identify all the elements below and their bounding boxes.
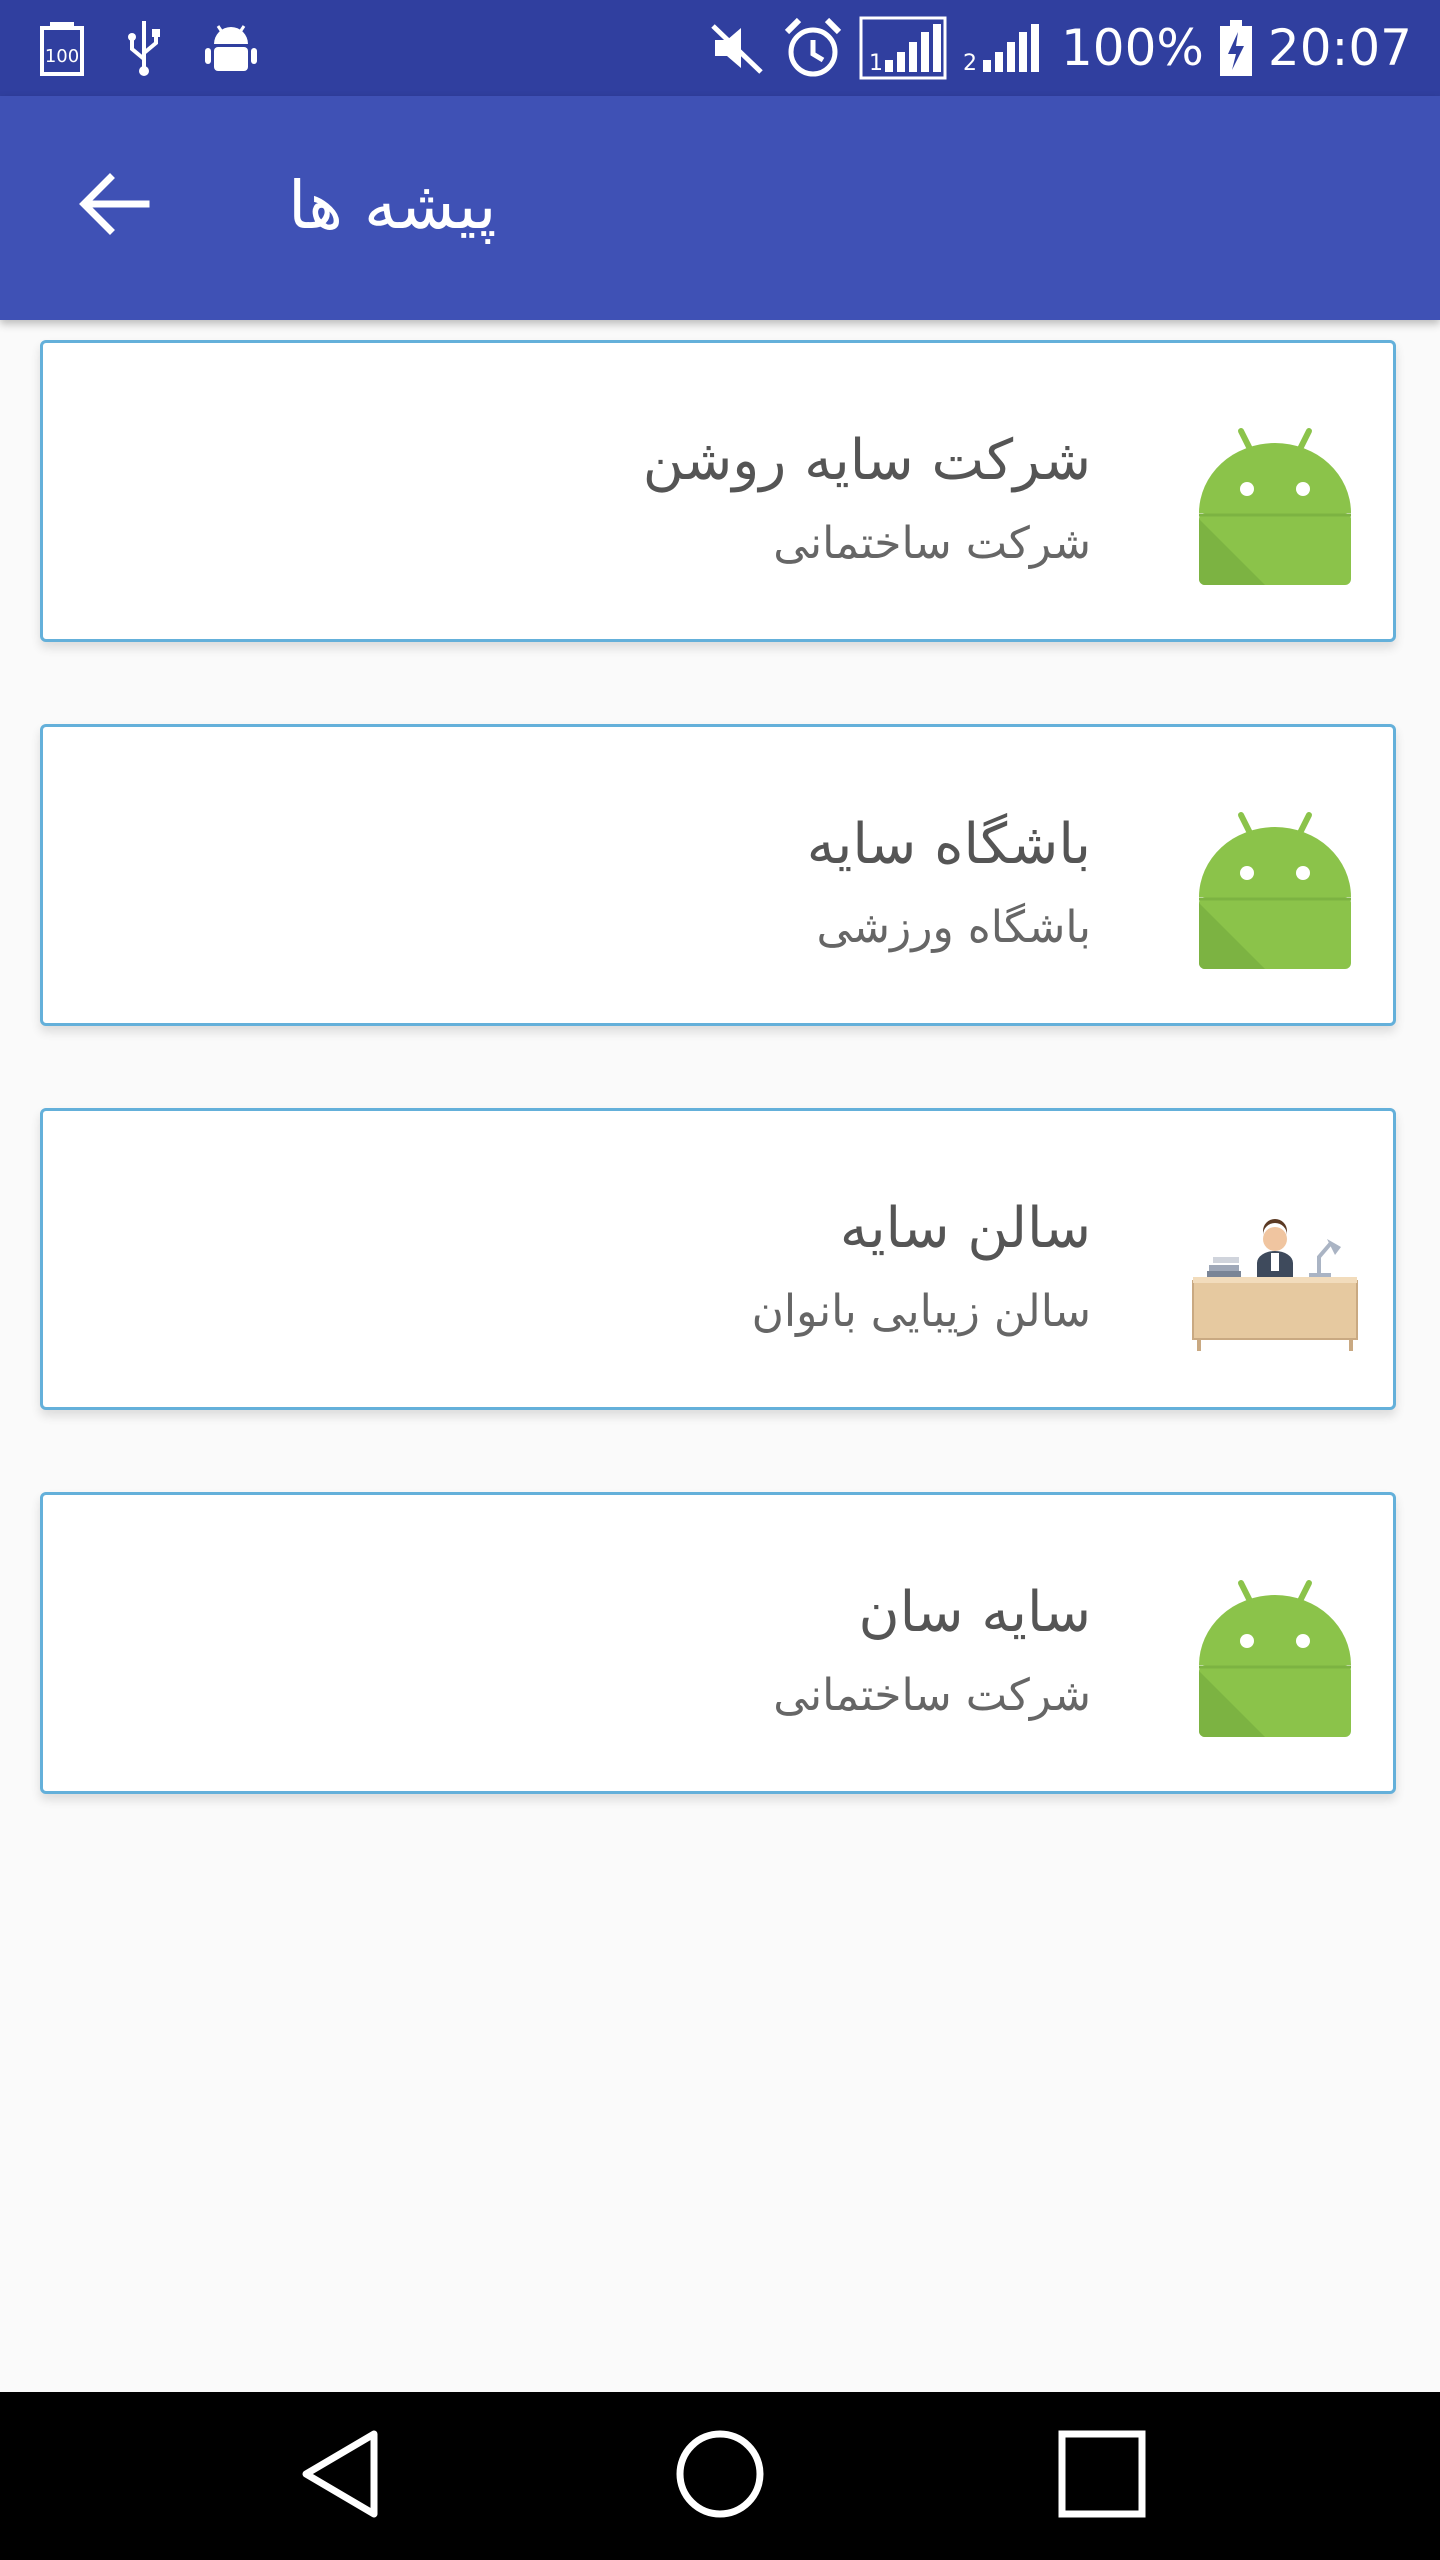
list-item[interactable]: سالن سایه سالن زیبایی بانوان (40, 1108, 1396, 1410)
svg-text:100: 100 (45, 46, 79, 67)
svg-text:1: 1 (869, 51, 883, 76)
item-title: سایه سان (858, 1580, 1091, 1645)
arrow-left-icon (78, 172, 150, 240)
android-icon (1191, 807, 1359, 975)
item-title: باشگاه سایه (806, 812, 1091, 877)
android-debug-icon (204, 20, 258, 76)
home-circle-icon (674, 2428, 766, 2524)
nav-back-button[interactable] (290, 2426, 390, 2526)
item-subtitle: شرکت ساختمانی (773, 518, 1091, 569)
app-bar: پیشه ها (0, 96, 1440, 320)
page-title: پیشه ها (288, 167, 497, 244)
usb-icon (124, 19, 164, 77)
svg-text:2: 2 (963, 51, 977, 76)
item-subtitle: باشگاه ورزشی (816, 902, 1091, 953)
android-icon (1191, 423, 1359, 591)
list-item[interactable]: شرکت سایه روشن شرکت ساختمانی (40, 340, 1396, 642)
nav-home-button[interactable] (670, 2426, 770, 2526)
navigation-bar (0, 2392, 1440, 2560)
status-time: 20:07 (1267, 19, 1412, 77)
battery-charging-icon (1218, 18, 1254, 78)
alarm-icon (781, 16, 845, 80)
desk-worker-icon (1191, 1191, 1359, 1359)
list-item[interactable]: باشگاه سایه باشگاه ورزشی (40, 724, 1396, 1026)
item-title: سالن سایه (839, 1196, 1091, 1261)
muted-icon (707, 20, 767, 76)
battery-100-icon: 100 (40, 20, 84, 76)
nav-recents-button[interactable] (1052, 2426, 1152, 2526)
status-bar: 100 1 2 100% 20:07 (0, 0, 1440, 96)
back-button[interactable] (64, 156, 164, 256)
recents-square-icon (1057, 2429, 1147, 2523)
item-title: شرکت سایه روشن (642, 428, 1091, 493)
item-subtitle: سالن زیبایی بانوان (751, 1286, 1091, 1337)
back-triangle-icon (298, 2428, 382, 2524)
android-icon (1191, 1575, 1359, 1743)
list-item[interactable]: سایه سان شرکت ساختمانی (40, 1492, 1396, 1794)
signal-sim1-icon: 1 (859, 16, 947, 80)
item-subtitle: شرکت ساختمانی (773, 1670, 1091, 1721)
signal-sim2-icon: 2 (961, 16, 1047, 80)
battery-percent: 100% (1060, 19, 1204, 77)
